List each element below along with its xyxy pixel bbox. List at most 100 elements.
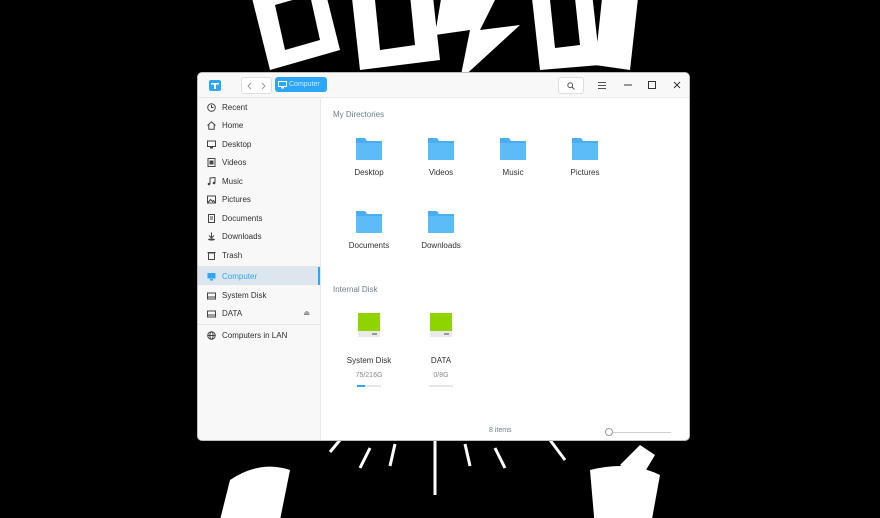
picture-icon	[206, 194, 216, 204]
status-bar: 8 items	[321, 424, 689, 440]
sidebar-item-videos[interactable]: Videos	[198, 153, 320, 171]
close-icon	[673, 81, 681, 89]
sidebar-item-label: Recent	[222, 102, 248, 112]
section-title-internal-disk: Internal Disk	[333, 285, 378, 294]
disk-drive-icon	[358, 313, 380, 337]
disk-usage-bar	[429, 385, 453, 387]
directory-label: Videos	[428, 168, 454, 177]
disk-drive-icon	[430, 313, 452, 337]
network-icon	[206, 330, 216, 340]
trash-icon	[206, 250, 216, 260]
disk-label: System Disk	[346, 356, 392, 365]
main-content: My Directories Desktop Videos Music Pict…	[321, 98, 689, 440]
sidebar-item-label: Desktop	[222, 139, 252, 149]
forward-button[interactable]	[257, 78, 272, 93]
close-button[interactable]	[669, 77, 685, 93]
back-button[interactable]	[242, 78, 257, 93]
download-icon	[206, 231, 216, 241]
zoom-slider[interactable]	[607, 432, 671, 433]
sidebar-item-trash[interactable]: Trash	[198, 246, 320, 264]
search-icon	[567, 81, 575, 90]
menu-icon	[598, 81, 606, 89]
sidebar-item-home[interactable]: Home	[198, 116, 320, 134]
sidebar-item-label: Trash	[222, 250, 243, 260]
sidebar-item-computer[interactable]: Computer	[198, 267, 320, 285]
sidebar: Recent Home Desktop Videos Music Picture…	[198, 98, 321, 440]
disk-usage-fill	[357, 385, 366, 387]
sidebar-item-recent[interactable]: Recent	[198, 98, 320, 116]
sidebar-item-downloads[interactable]: Downloads	[198, 227, 320, 245]
sidebar-separator	[198, 324, 320, 325]
sidebar-item-label: System Disk	[222, 290, 267, 300]
directory-downloads[interactable]: Downloads	[405, 208, 477, 274]
directory-label: Documents	[348, 241, 390, 250]
directory-videos[interactable]: Videos	[405, 135, 477, 201]
sidebar-item-pictures[interactable]: Pictures	[198, 190, 320, 208]
minimize-icon	[624, 84, 632, 86]
monitor-icon	[206, 271, 216, 281]
sidebar-item-music[interactable]: Music	[198, 172, 320, 190]
sidebar-item-label: Computers in LAN	[222, 330, 288, 340]
disk-system-disk[interactable]: System Disk 75/216G	[331, 312, 407, 392]
sidebar-item-data[interactable]: DATA ⏏	[198, 304, 320, 322]
directory-music[interactable]: Music	[477, 135, 549, 201]
disk-usage-bar	[357, 385, 381, 387]
navigation-buttons	[241, 77, 272, 94]
breadcrumb-computer[interactable]: Computer	[275, 77, 327, 92]
sidebar-item-label: DATA	[222, 308, 243, 318]
minimize-button[interactable]	[620, 77, 636, 93]
document-icon	[206, 213, 216, 223]
maximize-button[interactable]	[644, 77, 660, 93]
disk-label: DATA	[430, 356, 452, 365]
sidebar-item-label: Documents	[222, 213, 263, 223]
music-note-icon	[206, 176, 216, 186]
forward-arrow-icon	[261, 82, 266, 89]
folder-icon	[428, 211, 454, 233]
eject-icon[interactable]: ⏏	[303, 309, 310, 317]
sidebar-item-label: Music	[222, 176, 243, 186]
sidebar-item-label: Home	[222, 120, 244, 130]
maximize-icon	[648, 81, 656, 89]
directory-label: Pictures	[570, 168, 600, 177]
directory-pictures[interactable]: Pictures	[549, 135, 621, 201]
sidebar-item-system-disk[interactable]: System Disk	[198, 286, 320, 304]
sidebar-item-label: Downloads	[222, 231, 262, 241]
disk-usage: 75/216G	[355, 372, 383, 379]
menu-button[interactable]	[594, 77, 610, 93]
wallpaper-logo	[252, 0, 638, 80]
computer-icon	[278, 80, 287, 88]
directory-label: Music	[502, 168, 524, 177]
disk-usage: 0/8G	[433, 372, 449, 379]
sidebar-item-label: Computer	[222, 271, 258, 281]
disk-icon	[206, 290, 216, 300]
file-manager-window: Computer Recent Home Desktop Videos Musi…	[198, 73, 689, 440]
search-button[interactable]	[558, 77, 584, 94]
clock-icon	[206, 102, 216, 112]
disk-icon	[206, 308, 216, 318]
back-arrow-icon	[247, 82, 252, 89]
file-manager-app-icon	[208, 77, 222, 91]
breadcrumb-label: Computer	[289, 81, 320, 88]
folder-icon	[428, 138, 454, 160]
titlebar: Computer	[198, 73, 689, 98]
desktop-icon	[206, 139, 216, 149]
folder-icon	[500, 138, 526, 160]
section-title-my-directories: My Directories	[333, 110, 385, 119]
directory-desktop[interactable]: Desktop	[333, 135, 405, 201]
wallpaper-lettering	[220, 440, 660, 518]
home-icon	[206, 120, 216, 130]
directory-label: Downloads	[421, 241, 461, 250]
item-count: 8 items	[489, 427, 512, 434]
directory-documents[interactable]: Documents	[333, 208, 405, 274]
folder-icon	[572, 138, 598, 160]
sidebar-item-documents[interactable]: Documents	[198, 209, 320, 227]
sidebar-item-desktop[interactable]: Desktop	[198, 135, 320, 153]
disk-data[interactable]: DATA 0/8G	[403, 312, 479, 392]
zoom-slider-handle[interactable]	[605, 428, 613, 436]
sidebar-item-label: Pictures	[222, 194, 251, 204]
film-icon	[206, 157, 216, 167]
sidebar-item-computers-in-lan[interactable]: Computers in LAN	[198, 326, 320, 344]
folder-icon	[356, 211, 382, 233]
folder-icon	[356, 138, 382, 160]
directory-label: Desktop	[354, 168, 384, 177]
